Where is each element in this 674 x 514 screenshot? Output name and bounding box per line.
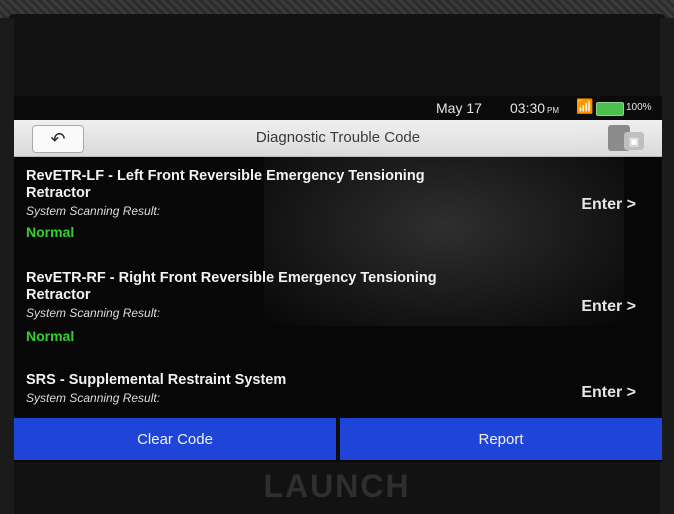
bezel-right: [660, 18, 674, 514]
system-scan-label: System Scanning Result:: [26, 391, 161, 405]
page-title: Diagnostic Trouble Code: [255, 129, 421, 146]
bottom-action-bar: Clear Code Report: [14, 418, 662, 460]
device-screen: May 17 03:30 PM 📶 100% Diagnostic Trouble…: [14, 96, 662, 462]
enter-button[interactable]: Enter >: [581, 384, 636, 402]
system-item-title: RevETR-RF - Right Front Reversible Emerg…: [26, 270, 437, 303]
camera-icon[interactable]: ▣: [624, 132, 644, 150]
system-list: RevETR-LF - Left Front Reversible Emerge…: [14, 158, 662, 420]
system-item-srs[interactable]: SRS - Supplemental Restraint System Syst…: [26, 372, 656, 416]
status-bar: May 17 03:30 PM 📶 100%: [14, 96, 662, 120]
system-status-normal: Normal: [26, 328, 75, 344]
enter-button[interactable]: Enter >: [581, 196, 636, 214]
status-date: May 17: [436, 100, 482, 116]
status-ampm: PM: [547, 106, 560, 115]
system-scan-label: System Scanning Result:: [26, 204, 161, 218]
battery-percent: 100%: [626, 102, 652, 113]
clear-code-button[interactable]: Clear Code: [14, 418, 336, 460]
system-status-normal: Normal: [26, 224, 75, 240]
battery-icon: [596, 102, 624, 116]
status-time: 03:30 PM: [510, 100, 559, 116]
system-item-revetr-rf[interactable]: RevETR-RF - Right Front Reversible Emerg…: [26, 270, 656, 360]
title-bar: Diagnostic Trouble Code ↶ ▣: [14, 120, 662, 157]
report-button[interactable]: Report: [340, 418, 662, 460]
wifi-icon: 📶: [576, 98, 594, 114]
system-scan-label: System Scanning Result:: [26, 306, 161, 320]
bezel-left: [0, 18, 14, 514]
system-item-title: RevETR-LF - Left Front Reversible Emerge…: [26, 168, 425, 201]
device-brand-logo: LAUNCH: [263, 468, 411, 504]
status-time-value: 03:30: [510, 100, 546, 116]
enter-button[interactable]: Enter >: [581, 298, 636, 316]
system-item-title: SRS - Supplemental Restraint System: [26, 372, 287, 388]
back-button[interactable]: ↶: [32, 125, 84, 153]
back-arrow-icon: ↶: [50, 129, 66, 149]
system-item-revetr-lf[interactable]: RevETR-LF - Left Front Reversible Emerge…: [26, 168, 656, 258]
